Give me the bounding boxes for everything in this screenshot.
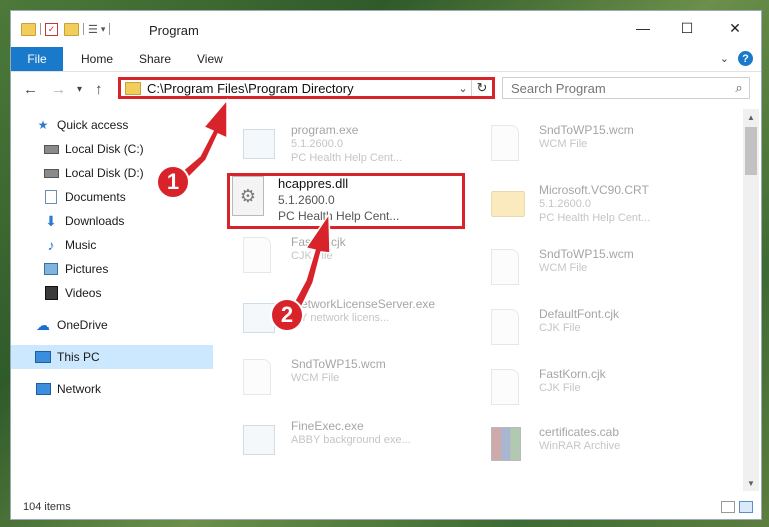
file-icon bbox=[491, 369, 519, 405]
winrar-archive-icon bbox=[491, 427, 521, 461]
sidebar-item-local-disk-c[interactable]: Local Disk (C:) bbox=[11, 137, 235, 161]
maximize-button[interactable]: ☐ bbox=[667, 17, 707, 39]
scroll-thumb[interactable] bbox=[745, 127, 757, 175]
tab-file[interactable]: File bbox=[11, 47, 63, 71]
list-item[interactable]: SndToWP15.wcm WCM File bbox=[491, 243, 721, 293]
minimize-button[interactable]: — bbox=[623, 17, 663, 39]
tab-home[interactable]: Home bbox=[81, 52, 113, 66]
folder-icon[interactable] bbox=[21, 22, 36, 36]
film-icon bbox=[43, 286, 59, 300]
rename-icon[interactable]: ☰ bbox=[88, 23, 98, 36]
list-item[interactable]: SndToWP15.wcm WCM File bbox=[491, 119, 721, 169]
file-icon bbox=[243, 359, 271, 395]
vertical-scrollbar[interactable]: ▲ ▼ bbox=[743, 109, 759, 491]
sidebar-item-downloads[interactable]: ⬇ Downloads 📌 bbox=[11, 209, 235, 233]
close-button[interactable]: ✕ bbox=[715, 17, 755, 39]
sidebar-item-videos[interactable]: Videos 📌 bbox=[11, 281, 235, 305]
program-exe-icon bbox=[243, 129, 275, 159]
sidebar-item-quick-access[interactable]: ★ Quick access bbox=[11, 113, 227, 137]
back-arrow-icon[interactable]: ← bbox=[23, 81, 38, 98]
customize-chevron-icon[interactable]: ▾ bbox=[101, 24, 106, 35]
ribbon: File Home Share View ⌄ ? bbox=[11, 47, 761, 72]
drive-icon bbox=[43, 166, 59, 180]
properties-icon[interactable]: ✓ bbox=[45, 22, 58, 36]
sidebar-item-local-disk-d[interactable]: Local Disk (D:) 📌 bbox=[11, 161, 235, 185]
pictures-icon bbox=[43, 262, 59, 276]
download-arrow-icon: ⬇ bbox=[45, 212, 57, 229]
explorer-window: ✓ ☰ ▾ Program — ☐ ✕ File Home Share View… bbox=[10, 10, 762, 520]
title-bar: ✓ ☰ ▾ Program — ☐ ✕ bbox=[11, 11, 761, 47]
drive-icon bbox=[43, 142, 59, 156]
sidebar-item-this-pc[interactable]: This PC bbox=[11, 345, 227, 369]
sidebar-item-onedrive[interactable]: ☁ OneDrive bbox=[11, 313, 227, 337]
refresh-icon[interactable]: ↻ bbox=[471, 80, 492, 96]
sidebar-item-music[interactable]: ♪ Music 📌 bbox=[11, 233, 235, 257]
dll-gear-icon[interactable]: ⚙ bbox=[232, 176, 264, 216]
scroll-down-icon[interactable]: ▼ bbox=[743, 475, 759, 491]
program-exe-icon bbox=[243, 425, 275, 455]
music-note-icon: ♪ bbox=[47, 237, 55, 253]
list-item[interactable]: FineExec.exe ABBY background exe... bbox=[243, 415, 473, 465]
list-item[interactable]: SndToWP15.wcm WCM File bbox=[243, 353, 473, 403]
sidebar-item-pictures[interactable]: Pictures 📌 bbox=[11, 257, 235, 281]
recent-locations-chevron-icon[interactable]: ▾ bbox=[77, 84, 82, 95]
list-item[interactable]: program.exe 5.1.2600.0 PC Health Help Ce… bbox=[243, 119, 473, 169]
list-item[interactable]: DefaultFont.cjk CJK File bbox=[491, 303, 721, 353]
search-input[interactable] bbox=[503, 79, 729, 97]
address-bar[interactable]: C:\Program Files\Program Directory ⌄ ↻ bbox=[118, 77, 495, 99]
help-icon[interactable]: ? bbox=[738, 51, 753, 66]
forward-arrow-icon[interactable]: → bbox=[51, 81, 66, 98]
list-item[interactable]: FastKorn.cjk CJK File bbox=[491, 363, 721, 413]
up-arrow-icon[interactable]: ↑ bbox=[95, 81, 103, 98]
sidebar-item-network[interactable]: Network bbox=[11, 377, 227, 401]
dll-file-description: PC Health Help Cent... bbox=[278, 209, 400, 223]
window-title: Program bbox=[149, 23, 199, 38]
quick-access-toolbar: ✓ ☰ ▾ bbox=[21, 20, 114, 38]
computer-icon bbox=[35, 350, 51, 364]
tab-view[interactable]: View bbox=[197, 52, 223, 66]
details-view-icon[interactable] bbox=[721, 501, 735, 513]
folder-icon bbox=[125, 81, 141, 95]
network-icon bbox=[35, 382, 51, 396]
new-folder-icon[interactable] bbox=[64, 22, 79, 36]
star-icon: ★ bbox=[37, 118, 49, 132]
tiles-view-icon[interactable] bbox=[739, 501, 753, 513]
list-item[interactable]: Microsoft.VC90.CRT 5.1.2600.0 PC Health … bbox=[491, 179, 721, 229]
scroll-up-icon[interactable]: ▲ bbox=[743, 109, 759, 125]
file-icon bbox=[491, 309, 519, 345]
folder-icon bbox=[491, 191, 525, 217]
dll-file-version: 5.1.2600.0 bbox=[278, 193, 335, 207]
dll-file-name[interactable]: hcappres.dll bbox=[278, 176, 348, 191]
expand-ribbon-icon[interactable]: ⌄ bbox=[720, 52, 729, 65]
navigation-bar: ← → ▾ ↑ C:\Program Files\Program Directo… bbox=[11, 72, 761, 106]
search-box[interactable]: ⌕ bbox=[502, 77, 750, 99]
file-icon bbox=[243, 237, 271, 273]
callout-step-one: 1 bbox=[156, 165, 190, 199]
cloud-icon: ☁ bbox=[36, 316, 50, 333]
item-count: 104 items bbox=[23, 501, 71, 513]
sidebar-item-documents[interactable]: Documents 📌 bbox=[11, 185, 235, 209]
list-item[interactable]: Fast...t.cjk CJK File bbox=[243, 231, 473, 281]
status-bar: 104 items bbox=[11, 495, 761, 519]
file-icon bbox=[491, 125, 519, 161]
address-dropdown-chevron-icon[interactable]: ⌄ bbox=[455, 82, 471, 95]
file-icon bbox=[491, 249, 519, 285]
callout-step-two: 2 bbox=[270, 298, 304, 332]
address-path[interactable]: C:\Program Files\Program Directory bbox=[147, 81, 455, 96]
tab-share[interactable]: Share bbox=[139, 52, 171, 66]
documents-icon bbox=[43, 190, 59, 204]
list-item[interactable]: certificates.cab WinRAR Archive bbox=[491, 421, 721, 471]
search-icon[interactable]: ⌕ bbox=[729, 80, 749, 96]
